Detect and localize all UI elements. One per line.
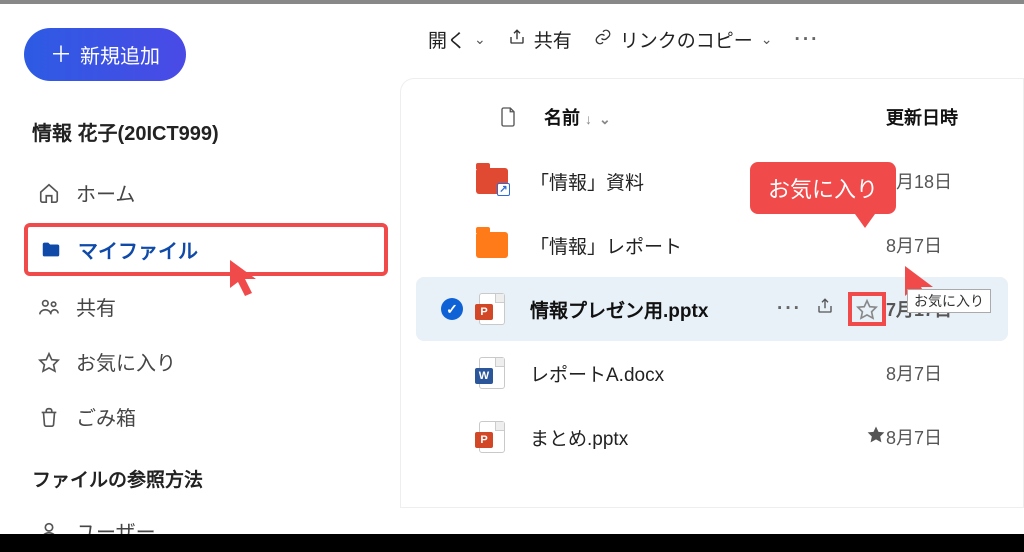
star-icon	[36, 349, 62, 375]
file-date: 8月7日	[886, 232, 996, 258]
plus-icon: ＋	[50, 44, 72, 66]
sidebar-item-label: ごみ箱	[76, 402, 136, 431]
list-header: 名前 ↓ ⌄ 更新日時	[416, 88, 1008, 149]
column-name-header[interactable]: 名前 ↓ ⌄	[544, 104, 611, 130]
native-tooltip: お気に入り	[907, 289, 991, 313]
sidebar-item-label: 共有	[76, 292, 116, 321]
sidebar-section-label: ファイルの参照方法	[32, 465, 388, 492]
new-button[interactable]: ＋ 新規追加	[24, 28, 186, 81]
folder-icon	[472, 227, 512, 263]
row-more-icon[interactable]: ···	[777, 298, 802, 320]
docx-icon: W	[472, 355, 512, 391]
file-name[interactable]: 情報プレゼン用.pptx	[530, 296, 777, 323]
row-favorite-filled-icon[interactable]	[866, 424, 886, 450]
toolbar-open-label: 開く	[428, 26, 466, 53]
link-icon	[594, 28, 612, 52]
pptx-icon: P	[472, 419, 512, 455]
sidebar-item-my-files[interactable]: マイファイル	[24, 223, 388, 276]
sidebar: ＋ 新規追加 情報 花子(20ICT999) ホーム マイファイル 共有	[0, 4, 400, 534]
folder-icon	[38, 237, 64, 263]
sidebar-item-home[interactable]: ホーム	[24, 168, 388, 217]
home-icon	[36, 180, 62, 206]
file-date: 8月7日	[886, 360, 996, 386]
file-toolbar: 開く ⌄ 共有 リンクのコピー ⌄ ···	[400, 4, 1024, 78]
sidebar-item-favorites[interactable]: お気に入り	[24, 337, 388, 386]
people-icon	[36, 294, 62, 320]
new-button-label: 新規追加	[80, 40, 160, 69]
chevron-down-icon: ⌄	[599, 111, 611, 127]
file-name[interactable]: まとめ.pptx	[530, 424, 866, 451]
trash-icon	[36, 404, 62, 430]
table-row[interactable]: P まとめ.pptx 8月7日	[416, 405, 1008, 469]
folder-shortcut-icon: ↗	[472, 163, 512, 199]
user-display: 情報 花子(20ICT999)	[32, 117, 388, 146]
pptx-icon: P	[472, 291, 512, 327]
file-name[interactable]: 「情報」レポート	[530, 232, 886, 259]
annotation-callout: お気に入り	[750, 162, 896, 214]
file-date: 8月7日	[886, 424, 996, 450]
app-frame: ＋ 新規追加 情報 花子(20ICT999) ホーム マイファイル 共有	[0, 4, 1024, 534]
toolbar-share[interactable]: 共有	[508, 26, 572, 53]
toolbar-copy-link-label: リンクのコピー	[620, 26, 753, 53]
chevron-down-icon: ⌄	[474, 31, 486, 48]
chevron-down-icon: ⌄	[761, 31, 773, 48]
sidebar-item-trash[interactable]: ごみ箱	[24, 392, 388, 441]
main-panel: 開く ⌄ 共有 リンクのコピー ⌄ ···	[400, 4, 1024, 534]
row-favorite-button[interactable]	[848, 292, 886, 326]
sidebar-item-label: マイファイル	[78, 235, 198, 264]
toolbar-more[interactable]: ···	[795, 29, 820, 51]
sidebar-item-label: ホーム	[76, 178, 135, 207]
share-icon	[508, 28, 526, 52]
toolbar-open[interactable]: 開く ⌄	[428, 26, 486, 53]
sort-down-icon: ↓	[585, 111, 592, 127]
file-date: 7月18日	[886, 168, 996, 194]
selected-check-icon[interactable]: ✓	[432, 298, 472, 320]
table-row[interactable]: ↗ 「情報」資料 7月18日	[416, 149, 1008, 213]
sidebar-item-label: お気に入り	[76, 347, 176, 376]
row-share-icon[interactable]	[816, 297, 834, 321]
table-row[interactable]: W レポートA.docx 8月7日	[416, 341, 1008, 405]
toolbar-share-label: 共有	[534, 26, 572, 53]
doc-type-icon[interactable]	[488, 106, 528, 128]
toolbar-copy-link[interactable]: リンクのコピー ⌄	[594, 26, 773, 53]
sidebar-item-shared[interactable]: 共有	[24, 282, 388, 331]
column-modified-header[interactable]: 更新日時	[886, 104, 996, 130]
file-name[interactable]: レポートA.docx	[530, 360, 886, 387]
